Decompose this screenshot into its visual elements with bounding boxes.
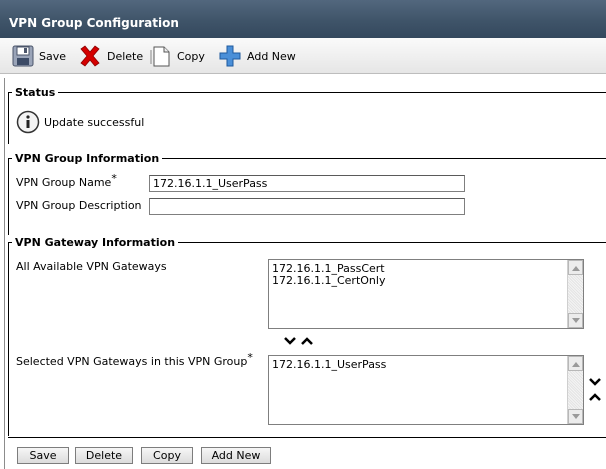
group-info-legend: VPN Group Information (15, 152, 160, 165)
toolbar-copy-button[interactable]: Copy (150, 38, 205, 74)
group-description-label: VPN Group Description (16, 199, 142, 212)
copy-button[interactable]: Copy (141, 447, 193, 464)
scroll-down-button[interactable] (568, 313, 583, 328)
reorder-down-icon[interactable] (589, 377, 601, 387)
group-description-input[interactable] (149, 198, 465, 215)
toolbar-save-button[interactable]: Save (12, 38, 66, 74)
toolbar-delete-button[interactable]: Delete (78, 38, 143, 74)
group-name-input[interactable] (149, 175, 465, 192)
toolbar-copy-label: Copy (177, 49, 205, 63)
left-divider (4, 78, 5, 469)
scroll-down-arrow-icon (571, 413, 580, 419)
available-gateways-label: All Available VPN Gateways (16, 260, 167, 273)
delete-icon (80, 45, 100, 67)
status-message: Update successful (44, 116, 145, 129)
scroll-up-button[interactable] (568, 356, 583, 371)
window-title: VPN Group Configuration (0, 0, 606, 38)
selected-list-scrollbar[interactable] (567, 356, 583, 424)
reorder-up-icon[interactable] (589, 392, 601, 402)
toolbar: Save Delete Copy Add New (0, 38, 606, 74)
status-section: Status (8, 86, 606, 144)
toolbar-delete-label: Delete (107, 49, 144, 63)
available-gateway-item[interactable]: 172.16.1.1_CertOnly (272, 275, 385, 287)
move-up-icon[interactable] (301, 336, 313, 346)
scroll-up-button[interactable] (568, 260, 583, 275)
required-mark: * (111, 172, 117, 185)
selected-gateways-label: Selected VPN Gateways in this VPN Group* (16, 351, 253, 368)
toolbar-add-new-label: Add New (247, 49, 296, 63)
toolbar-save-label: Save (39, 49, 67, 63)
copy-icon (150, 46, 170, 67)
available-gateways-list[interactable]: 172.16.1.1_PassCert 172.16.1.1_CertOnly (268, 259, 584, 329)
save-button[interactable]: Save (17, 447, 69, 464)
bottom-divider (8, 437, 606, 438)
scroll-up-arrow-icon (571, 361, 580, 367)
available-list-scrollbar[interactable] (567, 260, 583, 328)
scroll-up-arrow-icon (571, 265, 580, 271)
gateway-info-legend: VPN Gateway Information (15, 236, 176, 249)
move-down-icon[interactable] (284, 336, 296, 346)
save-icon (12, 45, 34, 67)
selected-gateways-list[interactable]: 172.16.1.1_UserPass (268, 355, 584, 425)
add-new-button[interactable]: Add New (201, 447, 271, 464)
scroll-down-arrow-icon (571, 317, 580, 323)
scroll-down-button[interactable] (568, 409, 583, 424)
required-mark: * (247, 351, 253, 364)
add-icon (219, 45, 241, 67)
delete-button[interactable]: Delete (75, 447, 133, 464)
status-legend: Status (15, 86, 56, 99)
toolbar-add-new-button[interactable]: Add New (218, 38, 296, 74)
info-icon (16, 110, 40, 134)
selected-gateway-item[interactable]: 172.16.1.1_UserPass (272, 359, 386, 371)
group-name-label: VPN Group Name* (16, 172, 117, 189)
group-info-section: VPN Group Information (8, 152, 606, 235)
